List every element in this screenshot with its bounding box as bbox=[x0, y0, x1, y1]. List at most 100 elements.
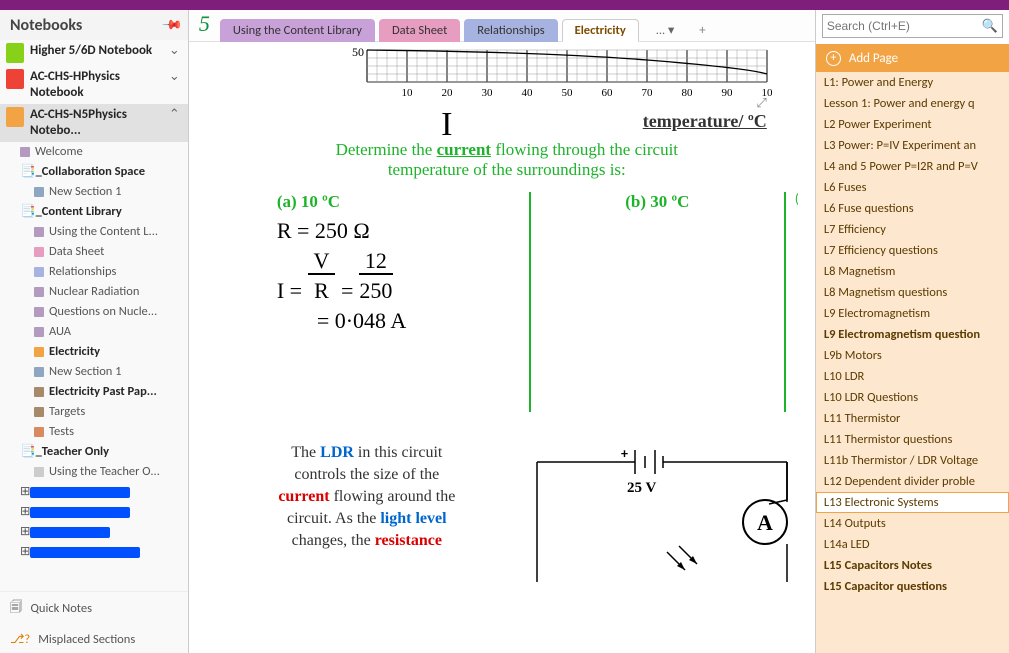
notebook-swatch bbox=[6, 69, 24, 89]
misplaced-sections[interactable]: ⎇?Misplaced Sections bbox=[0, 625, 188, 653]
chevron-down-icon[interactable]: ⌄ bbox=[167, 69, 182, 84]
page-item[interactable]: L7 Efficiency questions bbox=[816, 240, 1009, 261]
svg-text:80: 80 bbox=[681, 87, 693, 98]
svg-text:+: + bbox=[621, 445, 628, 462]
notebook-swatch bbox=[6, 107, 24, 127]
chevron-up-icon[interactable]: ⌃ bbox=[167, 107, 182, 122]
quick-notes[interactable]: 🗐Quick Notes bbox=[0, 592, 188, 625]
sidebar-title: Notebooks bbox=[10, 16, 82, 35]
add-section-tab[interactable]: + bbox=[691, 20, 713, 41]
section-item[interactable]: Targets bbox=[2, 402, 188, 422]
section-redacted[interactable]: ⊞ bbox=[2, 482, 188, 502]
page-item[interactable]: L11b Thermistor / LDR Voltage bbox=[816, 450, 1009, 471]
tab-content-library[interactable]: Using the Content Library bbox=[220, 19, 375, 42]
notebook-item[interactable]: AC-CHS-HPhysics Notebook ⌄ bbox=[0, 66, 188, 104]
section-item[interactable]: Data Sheet bbox=[2, 242, 188, 262]
page-item[interactable]: L10 LDR bbox=[816, 366, 1009, 387]
section-item[interactable]: New Section 1 bbox=[2, 182, 188, 202]
plus-icon: + bbox=[826, 51, 841, 66]
page-item[interactable]: L13 Electronic Systems bbox=[816, 492, 1009, 513]
section-glyph: 5 bbox=[199, 11, 210, 37]
question-text: Determine the current flowing through th… bbox=[207, 140, 807, 180]
section-item[interactable]: AUA bbox=[2, 322, 188, 342]
section-item[interactable]: Tests bbox=[2, 422, 188, 442]
expand-icon[interactable]: ⤢ bbox=[756, 96, 766, 111]
axis-label: temperature/ ºC bbox=[643, 111, 767, 131]
section-item[interactable]: Electricity Past Pap... bbox=[2, 382, 188, 402]
tab-overflow[interactable]: ... ▾ bbox=[643, 18, 688, 42]
add-page-label: Add Page bbox=[849, 51, 898, 66]
page-item[interactable]: L11 Thermistor questions bbox=[816, 429, 1009, 450]
section-redacted[interactable]: ⊞ bbox=[2, 522, 188, 542]
section-item[interactable]: Nuclear Radiation bbox=[2, 282, 188, 302]
column-c-label: ( bbox=[787, 192, 807, 422]
page-item[interactable]: L10 LDR Questions bbox=[816, 387, 1009, 408]
chevron-down-icon[interactable]: ⌄ bbox=[167, 43, 182, 58]
section-group-collab[interactable]: 📑 _Collaboration Space bbox=[2, 162, 188, 182]
notebook-swatch bbox=[6, 43, 24, 63]
page-item[interactable]: L2 Power Experiment bbox=[816, 114, 1009, 135]
svg-text:A: A bbox=[757, 510, 773, 535]
column-a-label: (a) 10 ºC bbox=[277, 192, 528, 212]
section-electricity[interactable]: Electricity bbox=[2, 342, 188, 362]
notebook-label: AC-CHS-HPhysics Notebook bbox=[30, 69, 167, 101]
section-item[interactable]: New Section 1 bbox=[2, 362, 188, 382]
page-item[interactable]: L9 Electromagnetism question bbox=[816, 324, 1009, 345]
column-b-label: (b) 30 ºC bbox=[532, 192, 783, 212]
page-item[interactable]: L1: Power and Energy bbox=[816, 72, 1009, 93]
section-welcome[interactable]: Welcome bbox=[2, 142, 188, 162]
section-item[interactable]: Using the Content L... bbox=[2, 222, 188, 242]
page-item[interactable]: L6 Fuses bbox=[816, 177, 1009, 198]
section-item[interactable]: Using the Teacher O... bbox=[2, 462, 188, 482]
section-redacted[interactable]: ⊞ bbox=[2, 542, 188, 562]
page-item[interactable]: L8 Magnetism questions bbox=[816, 282, 1009, 303]
section-item[interactable]: Questions on Nucle... bbox=[2, 302, 188, 322]
page-item[interactable]: L14a LED bbox=[816, 534, 1009, 555]
page-item[interactable]: L3 Power: P=IV Experiment an bbox=[816, 135, 1009, 156]
notebooks-sidebar: Notebooks 📌 Higher 5/6D Notebook ⌄ AC-CH… bbox=[0, 10, 189, 653]
tab-electricity[interactable]: Electricity bbox=[562, 19, 639, 42]
page-item[interactable]: L14 Outputs bbox=[816, 513, 1009, 534]
section-group-teacher[interactable]: 📑 _Teacher Only bbox=[2, 442, 188, 462]
notebook-item[interactable]: Higher 5/6D Notebook ⌄ bbox=[0, 40, 188, 66]
tab-data-sheet[interactable]: Data Sheet bbox=[379, 19, 460, 42]
page-item[interactable]: L15 Capacitor questions bbox=[816, 576, 1009, 597]
page-item[interactable]: L11 Thermistor bbox=[816, 408, 1009, 429]
page-item[interactable]: Lesson 1: Power and energy q bbox=[816, 93, 1009, 114]
tab-relationships[interactable]: Relationships bbox=[464, 19, 557, 42]
notebook-item[interactable]: AC-CHS-N5Physics Notebo... ⌃ bbox=[0, 104, 188, 142]
page-item[interactable]: L9b Motors bbox=[816, 345, 1009, 366]
page-item[interactable]: L9 Electromagnetism bbox=[816, 303, 1009, 324]
pages-panel: 🔍 + Add Page L1: Power and EnergyLesson … bbox=[815, 10, 1009, 653]
handwritten-working: R = 250 Ω I = VR = 12250 = 0·048 A bbox=[277, 216, 528, 336]
search-input[interactable] bbox=[827, 19, 982, 33]
section-tabs: 5 Using the Content Library Data Sheet R… bbox=[189, 10, 815, 42]
notebook-label: AC-CHS-N5Physics Notebo... bbox=[30, 107, 167, 139]
svg-text:10: 10 bbox=[401, 87, 413, 98]
search-icon[interactable]: 🔍 bbox=[982, 19, 998, 34]
pin-icon[interactable]: 📌 bbox=[161, 14, 183, 36]
ldr-text: The LDR in this circuit controls the siz… bbox=[207, 442, 497, 582]
circuit-diagram: + 25 V A bbox=[517, 442, 797, 582]
section-redacted[interactable]: ⊞ bbox=[2, 502, 188, 522]
page-item[interactable]: L8 Magnetism bbox=[816, 261, 1009, 282]
svg-text:60: 60 bbox=[601, 87, 613, 98]
svg-text:25 V: 25 V bbox=[627, 480, 656, 496]
page-item[interactable]: L6 Fuse questions bbox=[816, 198, 1009, 219]
svg-text:70: 70 bbox=[641, 87, 653, 98]
svg-text:50: 50 bbox=[561, 87, 573, 98]
section-group-content[interactable]: 📑 _Content Library bbox=[2, 202, 188, 222]
note-canvas[interactable]: 50 10203040506070809010 ⤢ temperature/ º… bbox=[189, 42, 815, 653]
page-item[interactable]: L15 Capacitors Notes bbox=[816, 555, 1009, 576]
section-item[interactable]: Relationships bbox=[2, 262, 188, 282]
svg-text:90: 90 bbox=[721, 87, 733, 98]
section-tree: Welcome 📑 _Collaboration Space New Secti… bbox=[0, 142, 188, 562]
page-item[interactable]: L7 Efficiency bbox=[816, 219, 1009, 240]
page-item[interactable]: L12 Dependent divider proble bbox=[816, 471, 1009, 492]
search-box[interactable]: 🔍 bbox=[822, 14, 1003, 38]
notes-icon: 🗐 bbox=[10, 598, 23, 619]
svg-text:40: 40 bbox=[521, 87, 533, 98]
page-item[interactable]: L4 and 5 Power P=I2R and P=V bbox=[816, 156, 1009, 177]
add-page-button[interactable]: + Add Page bbox=[816, 44, 1009, 72]
temperature-graph: 50 10203040506070809010 bbox=[347, 42, 807, 98]
